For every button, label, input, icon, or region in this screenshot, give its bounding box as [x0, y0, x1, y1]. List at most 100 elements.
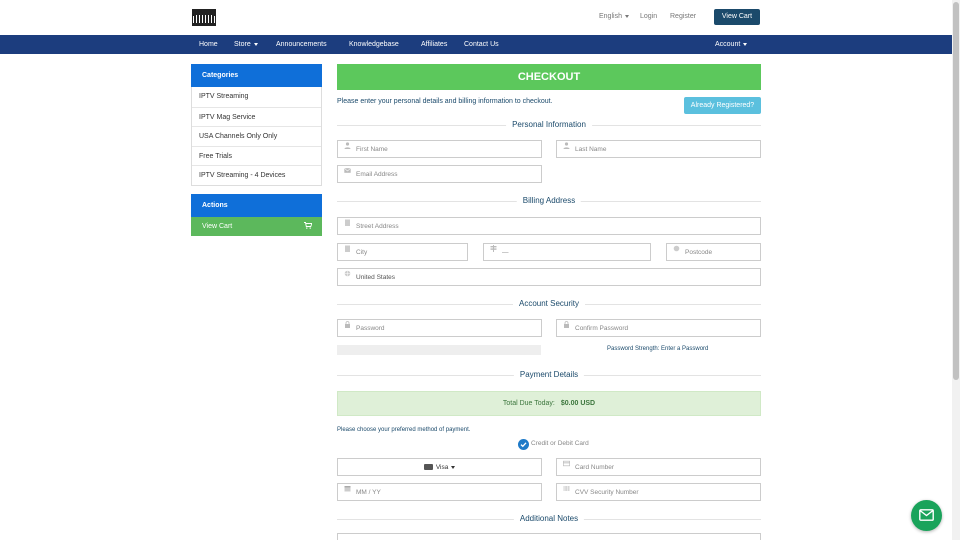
credit-card-label[interactable]: Credit or Debit Card	[531, 440, 589, 447]
nav-store[interactable]: Store	[234, 41, 258, 48]
site-logo[interactable]	[192, 9, 216, 26]
user-icon	[563, 142, 570, 149]
section-title: Payment Details	[513, 370, 585, 379]
card-type-inner: Visa	[424, 464, 456, 471]
building-icon	[345, 219, 350, 226]
postcode-placeholder: Postcode	[685, 249, 713, 256]
user-icon	[344, 142, 351, 149]
nav-announcements[interactable]: Announcements	[276, 41, 327, 48]
total-due-value: $0.00 USD	[560, 400, 596, 407]
category-item[interactable]: USA Channels Only Only	[192, 126, 321, 146]
language-label: English	[599, 13, 622, 20]
nav-knowledgebase[interactable]: Knowledgebase	[349, 41, 399, 48]
top-header: English Login Register View Cart	[0, 0, 952, 35]
nav-affiliates[interactable]: Affiliates	[421, 41, 447, 48]
chevron-down-icon	[451, 465, 456, 469]
category-item[interactable]: IPTV Mag Service	[192, 106, 321, 127]
nav-contact-us[interactable]: Contact Us	[464, 41, 499, 48]
account-security-section: Account Security	[337, 298, 761, 310]
category-item[interactable]: IPTV Streaming - 4 Devices	[192, 165, 321, 185]
notes-textarea[interactable]	[337, 533, 761, 540]
section-title: Personal Information	[506, 120, 592, 129]
street-placeholder: Street Address	[356, 223, 399, 230]
card-number-placeholder: Card Number	[575, 464, 615, 471]
check-icon	[520, 442, 527, 448]
calendar-icon	[344, 486, 351, 492]
email-field[interactable]: Email Address	[337, 165, 542, 183]
password-field[interactable]: Password	[337, 319, 542, 337]
lock-icon	[564, 321, 569, 328]
cart-icon	[304, 222, 312, 229]
main-navbar: Home Store Announcements Knowledgebase A…	[0, 35, 952, 54]
first-name-field[interactable]: First Name	[337, 140, 542, 158]
checkout-intro: Please enter your personal details and b…	[337, 98, 553, 105]
lock-icon	[345, 321, 350, 328]
email-placeholder: Email Address	[356, 171, 398, 178]
street-address-field[interactable]: Street Address	[337, 217, 761, 235]
card-number-field[interactable]: Card Number	[556, 458, 761, 476]
first-name-placeholder: First Name	[356, 146, 388, 153]
credit-card-icon	[563, 460, 570, 467]
state-value: —	[502, 249, 509, 256]
page-scrollbar[interactable]	[952, 0, 960, 540]
envelope-icon	[919, 509, 934, 521]
barcode-icon	[563, 486, 570, 491]
expiry-placeholder: MM / YY	[356, 489, 381, 496]
password-strength-bar	[337, 345, 541, 355]
payment-section: Payment Details	[337, 369, 761, 381]
card-type-value: Visa	[435, 464, 449, 471]
categories-list: IPTV Streaming IPTV Mag Service USA Chan…	[191, 87, 322, 186]
state-select[interactable]: —	[483, 243, 651, 261]
category-item[interactable]: Free Trials	[192, 145, 321, 166]
login-link[interactable]: Login	[640, 13, 657, 20]
scrollbar-thumb[interactable]	[953, 2, 959, 380]
password-placeholder: Password	[356, 325, 385, 332]
last-name-placeholder: Last Name	[575, 146, 607, 153]
billing-section: Billing Address	[337, 195, 761, 207]
chat-button[interactable]	[911, 500, 942, 531]
chevron-down-icon	[253, 42, 258, 46]
nav-home[interactable]: Home	[199, 41, 218, 48]
additional-notes-section: Additional Notes	[337, 513, 761, 525]
checkout-title: CHECKOUT	[337, 64, 761, 90]
password-strength-text: Password Strength: Enter a Password	[607, 346, 709, 352]
actions-heading: Actions	[191, 194, 322, 217]
sidebar-view-cart[interactable]: View Cart	[191, 217, 322, 236]
country-select[interactable]: United States	[337, 268, 761, 286]
chevron-down-icon	[624, 14, 629, 18]
section-title: Billing Address	[516, 196, 582, 205]
credit-card-icon	[424, 464, 433, 471]
certificate-icon	[673, 245, 680, 252]
nav-account[interactable]: Account	[715, 41, 748, 48]
confirm-password-placeholder: Confirm Password	[575, 325, 629, 332]
nav-store-label: Store	[234, 41, 251, 48]
personal-info-section: Personal Information	[337, 119, 761, 131]
category-item[interactable]: IPTV Streaming	[192, 87, 321, 107]
cvv-placeholder: CVV Security Number	[575, 489, 639, 496]
expiry-field[interactable]: MM / YY	[337, 483, 542, 501]
chevron-down-icon	[743, 42, 748, 46]
register-link[interactable]: Register	[670, 13, 696, 20]
view-cart-button[interactable]: View Cart	[714, 9, 760, 25]
map-signs-icon	[490, 245, 497, 252]
envelope-icon	[344, 167, 351, 173]
section-title: Account Security	[512, 299, 586, 308]
postcode-field[interactable]: Postcode	[666, 243, 761, 261]
sidebar-view-cart-label: View Cart	[202, 223, 233, 230]
credit-card-radio[interactable]	[518, 439, 529, 450]
choose-payment-text: Please choose your preferred method of p…	[337, 427, 471, 433]
nav-account-label: Account	[715, 41, 741, 48]
confirm-password-field[interactable]: Confirm Password	[556, 319, 761, 337]
city-field[interactable]: City	[337, 243, 468, 261]
total-due-label: Total Due Today:	[502, 400, 555, 407]
card-type-select[interactable]: Visa	[337, 458, 542, 476]
building-icon	[345, 245, 350, 252]
last-name-field[interactable]: Last Name	[556, 140, 761, 158]
cvv-field[interactable]: CVV Security Number	[556, 483, 761, 501]
already-registered-button[interactable]: Already Registered?	[684, 97, 761, 114]
city-placeholder: City	[356, 249, 368, 256]
language-selector[interactable]: English	[599, 13, 629, 20]
total-due-box: Total Due Today: $0.00 USD	[337, 391, 761, 416]
categories-heading: Categories	[191, 64, 322, 87]
country-value: United States	[356, 274, 396, 281]
